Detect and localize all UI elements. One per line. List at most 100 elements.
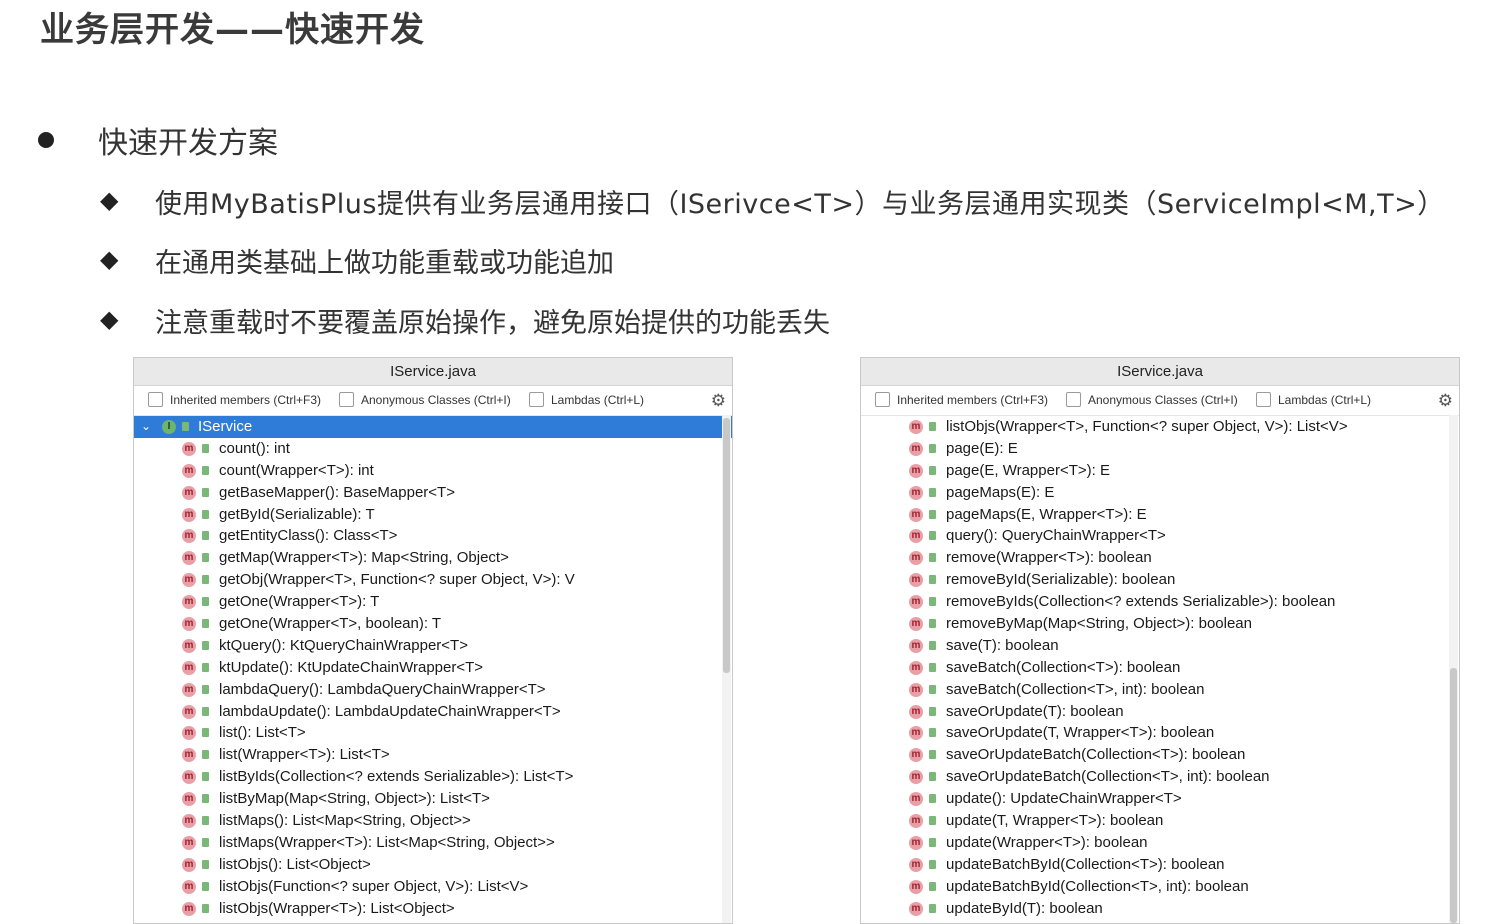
method-row[interactable]: m getObj(Wrapper<T>, Function<? super Obj…: [134, 569, 732, 591]
method-icon: m: [182, 507, 196, 522]
method-row[interactable]: m saveOrUpdate(T): boolean: [861, 701, 1459, 723]
method-row[interactable]: m count(): int: [134, 438, 732, 460]
method-row[interactable]: m removeById(Serializable): boolean: [861, 569, 1459, 591]
method-row[interactable]: m listMaps(): List<Map<String, Object>>: [134, 810, 732, 832]
method-icon: m: [909, 814, 923, 829]
method-row[interactable]: m saveOrUpdate(T, Wrapper<T>): boolean: [861, 722, 1459, 744]
method-row[interactable]: m listMaps(Wrapper<T>): List<Map<String, …: [134, 832, 732, 854]
method-row[interactable]: m lambdaQuery(): LambdaQueryChainWrapper<…: [134, 679, 732, 701]
method-row[interactable]: m getOne(Wrapper<T>, boolean): T: [134, 613, 732, 635]
gear-icon[interactable]: ⚙: [1438, 386, 1453, 415]
method-row[interactable]: m saveBatch(Collection<T>): boolean: [861, 657, 1459, 679]
method-row[interactable]: m pageMaps(E, Wrapper<T>): E: [861, 504, 1459, 526]
method-label: getById(Serializable): T: [219, 505, 375, 523]
public-lock-icon: [202, 772, 209, 782]
method-row[interactable]: m query(): QueryChainWrapper<T>: [861, 525, 1459, 547]
checkbox-label: Anonymous Classes (Ctrl+I): [361, 393, 511, 407]
public-lock-icon: [929, 465, 936, 475]
method-row[interactable]: m ktUpdate(): KtUpdateChainWrapper<T>: [134, 657, 732, 679]
method-icon: m: [909, 660, 923, 675]
method-icon: m: [909, 792, 923, 807]
scrollbar-thumb[interactable]: [1450, 668, 1457, 923]
scrollbar-thumb[interactable]: [723, 418, 730, 673]
method-row[interactable]: m listObjs(Wrapper<T>): List<Object>: [134, 898, 732, 920]
method-icon: m: [909, 441, 923, 456]
method-row[interactable]: m list(Wrapper<T>): List<T>: [134, 744, 732, 766]
chevron-down-icon[interactable]: ⌄: [141, 416, 151, 438]
method-row[interactable]: m removeByIds(Collection<? extends Serial…: [861, 591, 1459, 613]
public-lock-icon: [929, 772, 936, 782]
method-label: list(Wrapper<T>): List<T>: [219, 746, 390, 764]
method-row[interactable]: m removeByMap(Map<String, Object>): boole…: [861, 613, 1459, 635]
method-row[interactable]: m updateBatchById(Collection<T>, int): bo…: [861, 876, 1459, 898]
public-lock-icon: [202, 859, 209, 869]
method-icon: m: [182, 835, 196, 850]
method-icon: m: [182, 595, 196, 610]
method-row[interactable]: m listByIds(Collection<? extends Serializ…: [134, 766, 732, 788]
public-lock-icon: [929, 575, 936, 585]
method-label: saveOrUpdateBatch(Collection<T>): boolea…: [946, 746, 1246, 764]
method-row[interactable]: m listObjs(Function<? super Object, V>): …: [134, 876, 732, 898]
method-row[interactable]: m updateById(T): boolean: [861, 898, 1459, 920]
method-row[interactable]: m listByMap(Map<String, Object>): List<T>: [134, 788, 732, 810]
method-row[interactable]: m count(Wrapper<T>): int: [134, 460, 732, 482]
method-label: getOne(Wrapper<T>, boolean): T: [219, 615, 442, 633]
method-label: listByIds(Collection<? extends Serializa…: [219, 768, 574, 786]
method-row[interactable]: m pageMaps(E): E: [861, 482, 1459, 504]
method-label: listObjs(): List<Object>: [219, 855, 371, 873]
checkbox-icon: [148, 392, 163, 407]
method-icon: m: [909, 748, 923, 763]
method-row[interactable]: m save(T): boolean: [861, 635, 1459, 657]
method-label: saveOrUpdate(T, Wrapper<T>): boolean: [946, 724, 1215, 742]
method-label: getBaseMapper(): BaseMapper<T>: [219, 483, 455, 501]
public-lock-icon: [202, 509, 209, 519]
method-row[interactable]: m saveOrUpdateBatch(Collection<T>): boole…: [861, 744, 1459, 766]
method-label: listObjs(Function<? super Object, V>): L…: [219, 877, 529, 895]
method-row[interactable]: m ktQuery(): KtQueryChainWrapper<T>: [134, 635, 732, 657]
method-row[interactable]: m getById(Serializable): T: [134, 504, 732, 526]
method-row[interactable]: m getEntityClass(): Class<T>: [134, 525, 732, 547]
method-label: ktUpdate(): KtUpdateChainWrapper<T>: [219, 658, 484, 676]
method-row[interactable]: m getBaseMapper(): BaseMapper<T>: [134, 482, 732, 504]
method-label: listMaps(): List<Map<String, Object>>: [219, 812, 471, 830]
method-row[interactable]: m listObjs(): List<Object>: [134, 854, 732, 876]
method-icon: m: [182, 617, 196, 632]
method-label: list(): List<T>: [219, 724, 306, 742]
method-row[interactable]: m saveOrUpdateBatch(Collection<T>, int): …: [861, 766, 1459, 788]
method-icon: m: [909, 529, 923, 544]
lambdas-checkbox[interactable]: Lambdas (Ctrl+L): [529, 386, 644, 415]
method-label: saveOrUpdate(T): boolean: [946, 702, 1124, 720]
method-list: m listObjs(Wrapper<T>, Function<? super O…: [861, 416, 1459, 919]
method-row[interactable]: m update(Wrapper<T>): boolean: [861, 832, 1459, 854]
method-row[interactable]: m list(): List<T>: [134, 722, 732, 744]
method-label: updateBatchById(Collection<T>, int): boo…: [946, 877, 1249, 895]
checkbox-label: Inherited members (Ctrl+F3): [170, 393, 322, 407]
inherited-members-checkbox[interactable]: Inherited members (Ctrl+F3): [148, 386, 321, 415]
method-row[interactable]: m saveBatch(Collection<T>, int): boolean: [861, 679, 1459, 701]
method-row[interactable]: m update(): UpdateChainWrapper<T>: [861, 788, 1459, 810]
method-row[interactable]: m updateBatchById(Collection<T>): boolean: [861, 854, 1459, 876]
lambdas-checkbox[interactable]: Lambdas (Ctrl+L): [1256, 386, 1371, 415]
method-row[interactable]: m update(T, Wrapper<T>): boolean: [861, 810, 1459, 832]
method-row[interactable]: m lambdaUpdate(): LambdaUpdateChainWrappe…: [134, 701, 732, 723]
method-icon: m: [182, 770, 196, 785]
gear-icon[interactable]: ⚙: [711, 386, 726, 415]
inherited-members-checkbox[interactable]: Inherited members (Ctrl+F3): [875, 386, 1048, 415]
public-lock-icon: [202, 575, 209, 585]
method-row[interactable]: m getMap(Wrapper<T>): Map<String, Object>: [134, 547, 732, 569]
tree-node-iservice[interactable]: ⌄ I IService: [134, 416, 732, 438]
method-row[interactable]: m page(E, Wrapper<T>): E: [861, 460, 1459, 482]
checkbox-label: Lambdas (Ctrl+L): [551, 393, 645, 407]
method-row[interactable]: m page(E): E: [861, 438, 1459, 460]
method-label: updateBatchById(Collection<T>): boolean: [946, 855, 1225, 873]
anonymous-classes-checkbox[interactable]: Anonymous Classes (Ctrl+I): [339, 386, 511, 415]
public-lock-icon: [929, 422, 936, 431]
diamond-bullet-icon: ◆: [100, 245, 119, 273]
method-row[interactable]: m remove(Wrapper<T>): boolean: [861, 547, 1459, 569]
method-row[interactable]: m listObjs(Wrapper<T>, Function<? super O…: [861, 416, 1459, 438]
method-row[interactable]: m getOne(Wrapper<T>): T: [134, 591, 732, 613]
method-label: saveBatch(Collection<T>): boolean: [946, 658, 1181, 676]
anonymous-classes-checkbox[interactable]: Anonymous Classes (Ctrl+I): [1066, 386, 1238, 415]
method-icon: m: [182, 748, 196, 763]
method-icon: m: [182, 857, 196, 872]
